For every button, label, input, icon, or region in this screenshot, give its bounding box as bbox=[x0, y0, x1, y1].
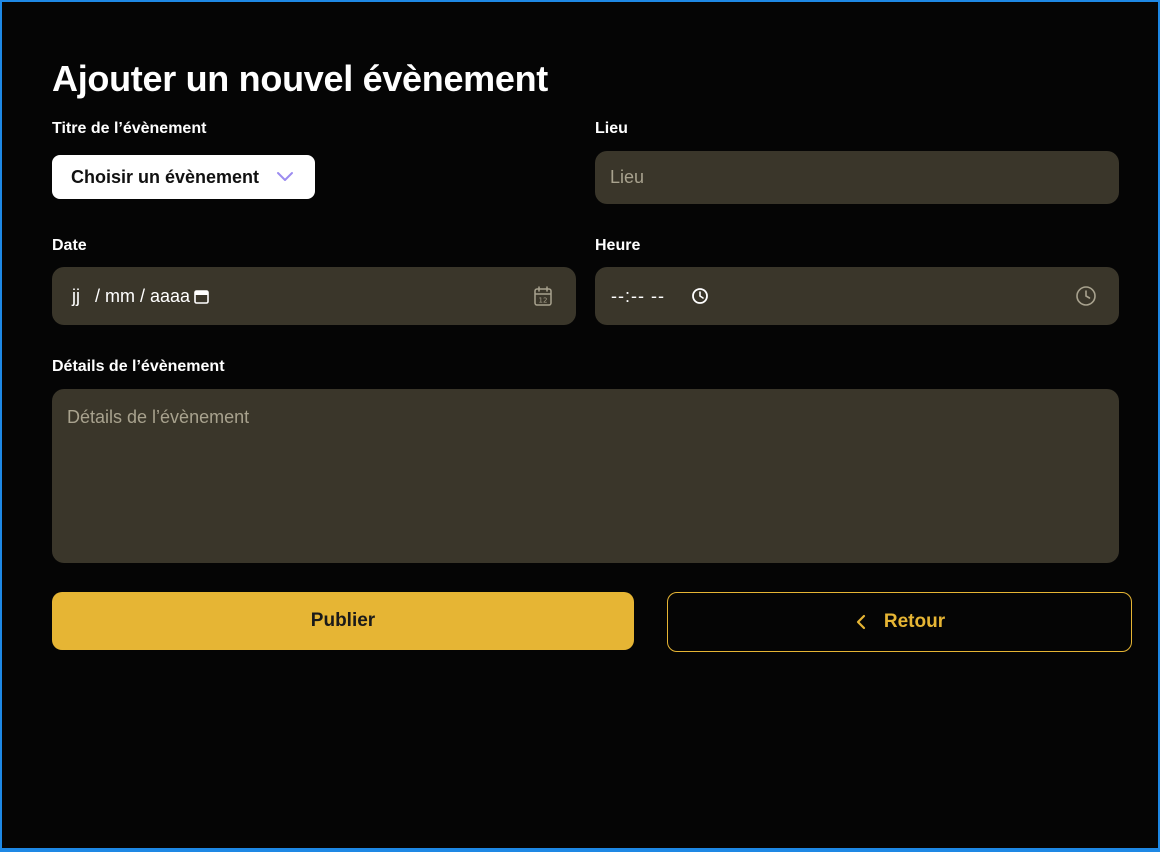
calendar-icon[interactable]: 12 bbox=[532, 285, 554, 307]
place-placeholder: Lieu bbox=[610, 167, 645, 187]
event-title-selected-value: Choisir un évènement bbox=[71, 166, 260, 187]
details-placeholder: Détails de l’évènement bbox=[67, 407, 250, 427]
time-placeholder: --:-- -- bbox=[611, 285, 665, 306]
date-label: Date bbox=[52, 237, 87, 254]
back-button[interactable]: Retour bbox=[667, 592, 1132, 652]
clock-icon[interactable] bbox=[1075, 285, 1097, 307]
date-placeholder: jj / mm / aaaa bbox=[72, 285, 191, 306]
place-input[interactable]: Lieu bbox=[595, 151, 1119, 204]
publish-button[interactable]: Publier bbox=[52, 592, 634, 650]
app-frame: Ajouter un nouvel évènement Titre de l’é… bbox=[0, 0, 1160, 852]
time-label: Heure bbox=[595, 237, 641, 254]
chevron-left-icon bbox=[856, 614, 865, 630]
calendar-picker-icon[interactable] bbox=[194, 289, 209, 304]
chevron-down-icon bbox=[277, 172, 293, 181]
details-label: Détails de l’évènement bbox=[52, 358, 225, 375]
page-title: Ajouter un nouvel évènement bbox=[52, 58, 548, 99]
date-input[interactable]: jj / mm / aaaa 12 bbox=[52, 267, 576, 325]
details-textarea[interactable]: Détails de l’évènement bbox=[52, 389, 1119, 563]
place-label: Lieu bbox=[595, 120, 628, 137]
event-title-select[interactable]: Choisir un évènement bbox=[52, 155, 315, 199]
svg-text:12: 12 bbox=[539, 297, 548, 305]
publish-button-label: Publier bbox=[310, 610, 376, 631]
time-input[interactable]: --:-- -- bbox=[595, 267, 1119, 325]
clock-picker-icon[interactable] bbox=[691, 287, 709, 305]
event-title-label: Titre de l’évènement bbox=[52, 120, 207, 137]
back-button-label: Retour bbox=[883, 611, 946, 632]
